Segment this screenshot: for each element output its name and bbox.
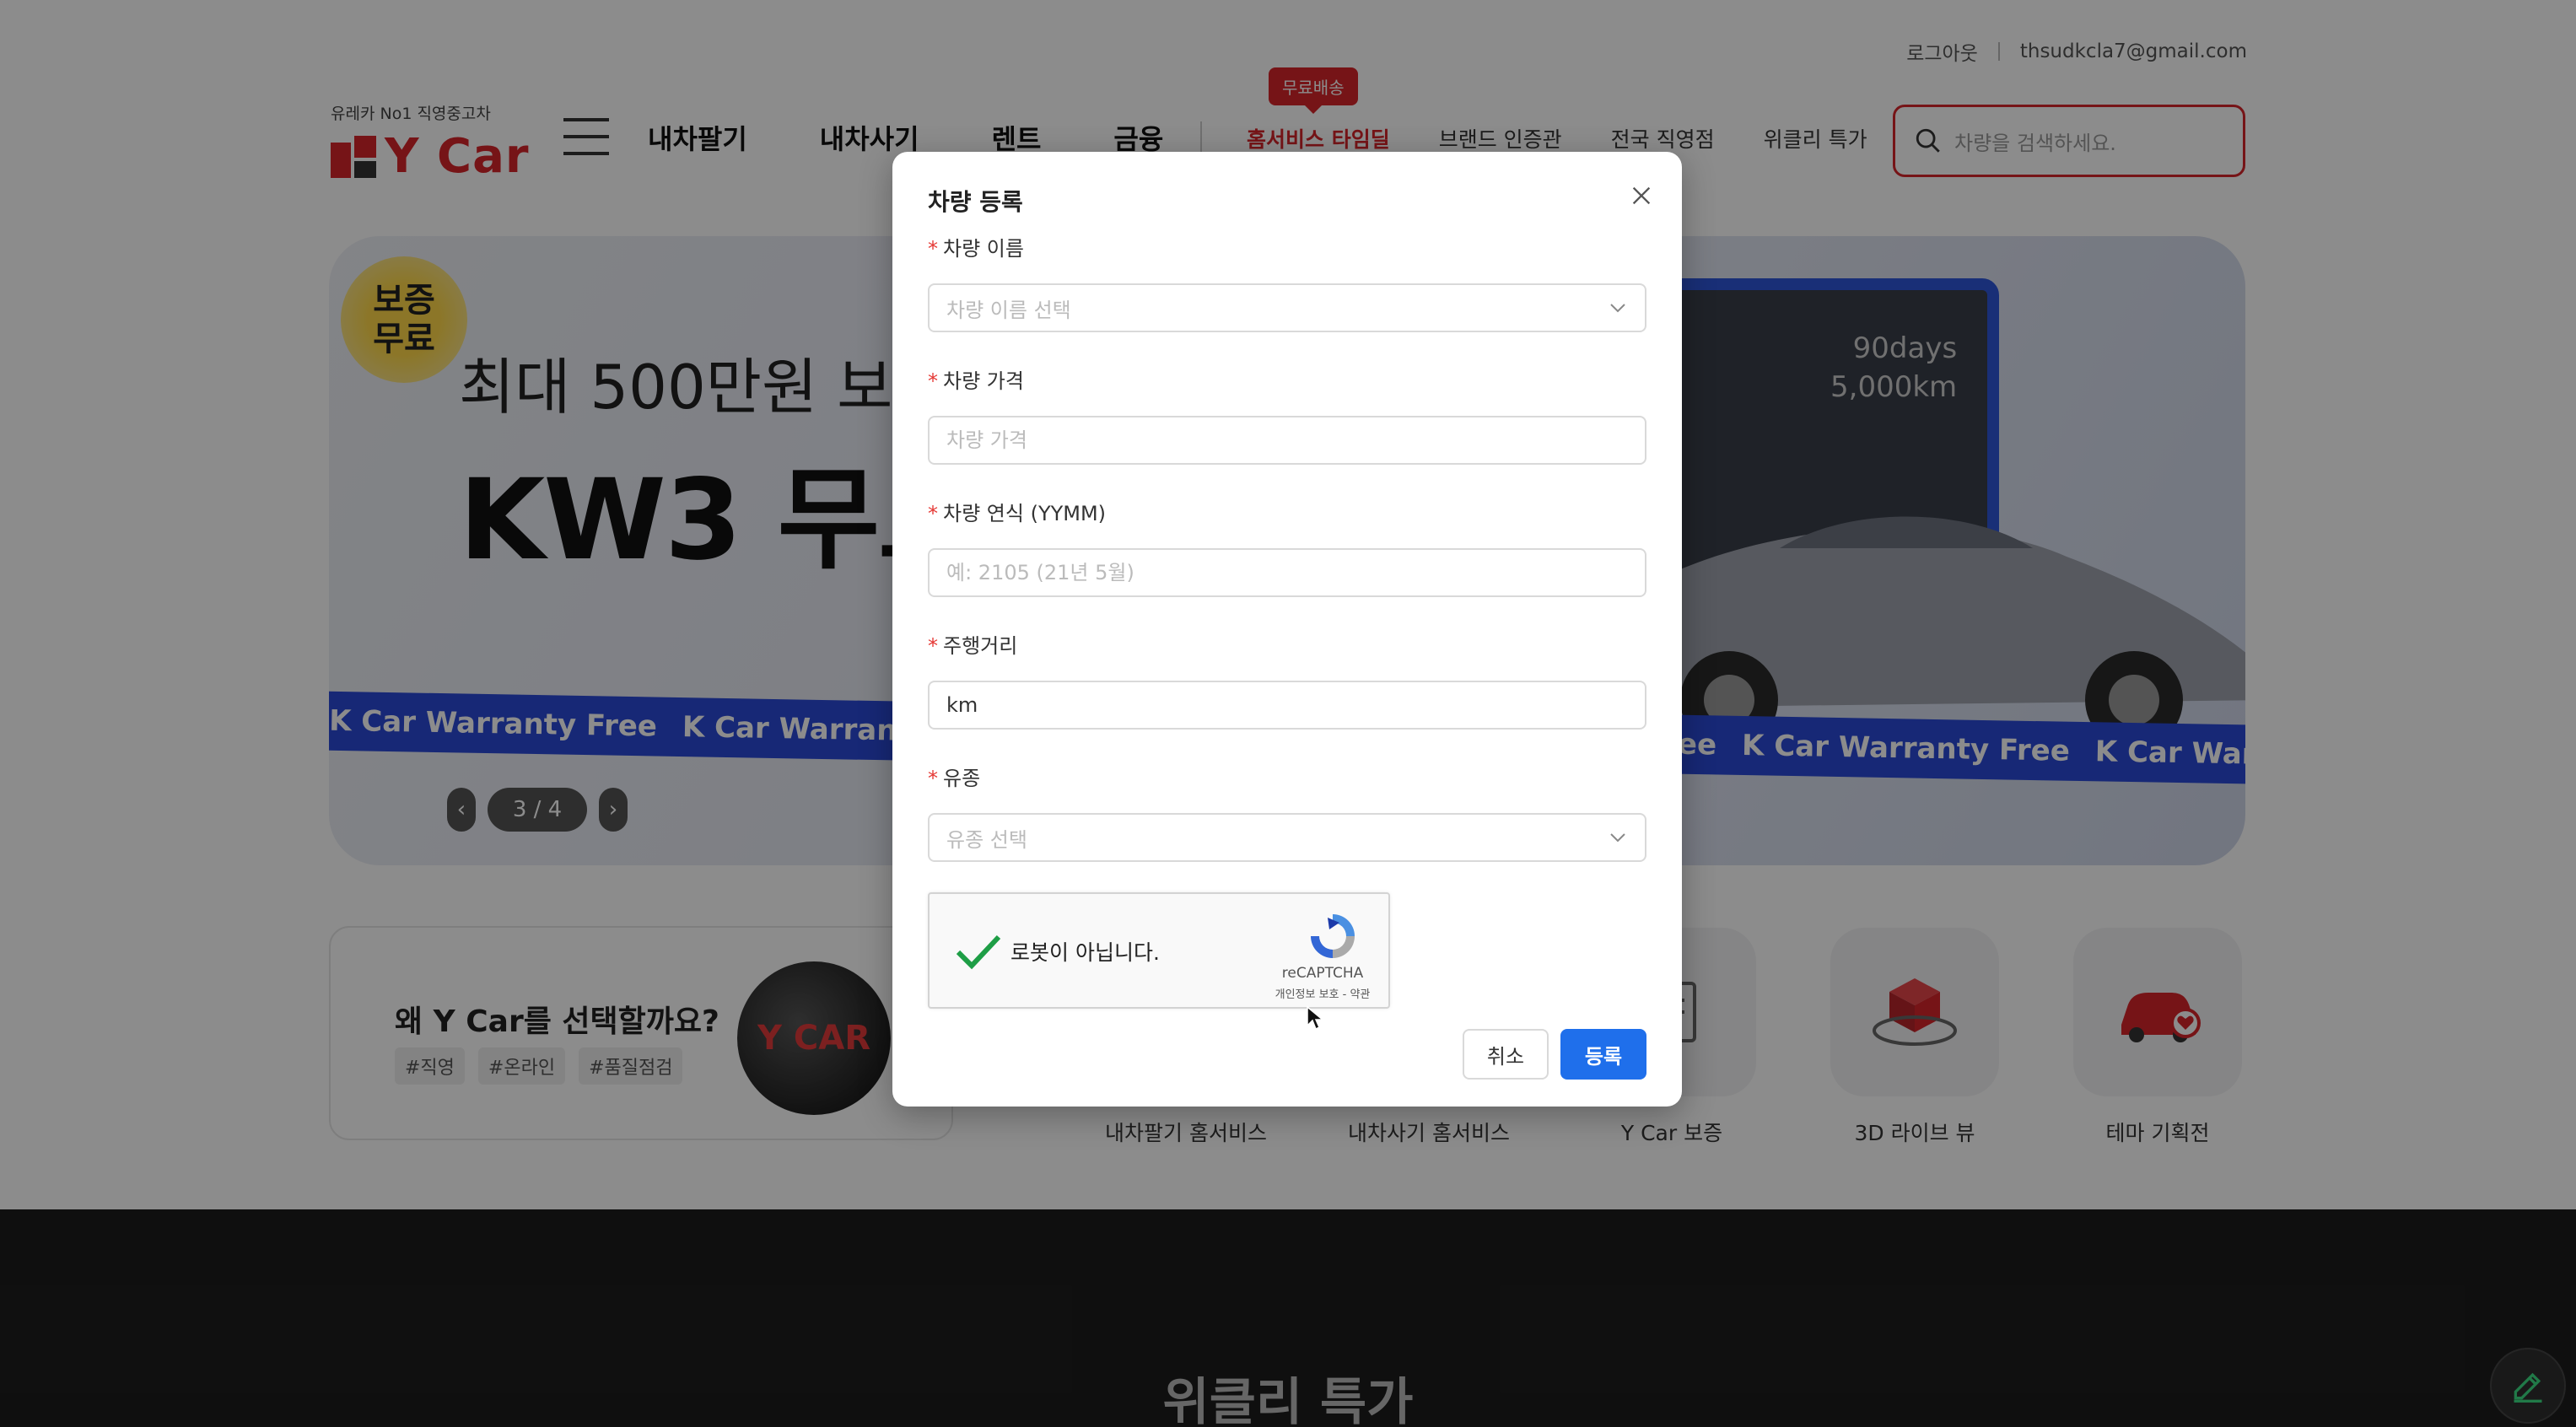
vehicle-name-placeholder: 차량 이름 선택	[946, 298, 1071, 322]
vehicle-year-wrapper	[928, 548, 1646, 597]
chevron-down-icon	[1608, 298, 1628, 318]
vehicle-name-select[interactable]: 차량 이름 선택	[928, 283, 1646, 332]
fuel-type-field: * 유종 유종 선택	[928, 764, 1646, 862]
mileage-label: * 주행거리	[928, 634, 1018, 658]
chevron-down-icon	[1608, 827, 1628, 848]
close-button[interactable]	[1626, 180, 1657, 211]
mileage-wrapper	[928, 681, 1646, 730]
vehicle-year-field: * 차량 연식 (YYMM)	[928, 499, 1646, 597]
register-button[interactable]: 등록	[1560, 1029, 1646, 1080]
fuel-type-label: * 유종	[928, 767, 981, 790]
vehicle-price-label: * 차량 가격	[928, 369, 1024, 393]
close-icon	[1632, 186, 1651, 205]
vehicle-name-field: * 차량 이름 차량 이름 선택	[928, 234, 1646, 332]
fuel-type-placeholder: 유종 선택	[946, 827, 1027, 852]
vehicle-price-field: * 차량 가격	[928, 367, 1646, 465]
mileage-field: * 주행거리	[928, 632, 1646, 730]
cancel-button[interactable]: 취소	[1463, 1029, 1549, 1080]
mileage-input[interactable]	[930, 682, 1645, 728]
mouse-cursor-icon	[1307, 1005, 1324, 1031]
recaptcha-brand: reCAPTCHA	[1281, 965, 1364, 982]
vehicle-name-label: * 차량 이름	[928, 237, 1024, 261]
vehicle-year-input[interactable]	[930, 550, 1645, 595]
recaptcha-widget: 로봇이 아닙니다. reCAPTCHA 개인정보 보호 - 약관	[928, 892, 1390, 1009]
checkmark-icon	[956, 934, 1001, 970]
modal-title: 차량 등록	[928, 188, 1023, 216]
recaptcha-terms-link[interactable]: 개인정보 보호 - 약관	[1264, 985, 1382, 1001]
recaptcha-text: 로봇이 아닙니다.	[1010, 940, 1160, 965]
fuel-type-select[interactable]: 유종 선택	[928, 813, 1646, 862]
vehicle-price-input[interactable]	[930, 417, 1645, 463]
vehicle-price-wrapper	[928, 416, 1646, 465]
recaptcha-logo-icon	[1311, 914, 1355, 958]
recaptcha-checkbox[interactable]	[953, 926, 1004, 977]
vehicle-register-modal: 차량 등록 *차량 이름 차량 이름 선택 *차량 가격 *차량 연식 (YYM…	[892, 152, 1682, 1107]
vehicle-year-label: * 차량 연식 (YYMM)	[928, 502, 1107, 525]
